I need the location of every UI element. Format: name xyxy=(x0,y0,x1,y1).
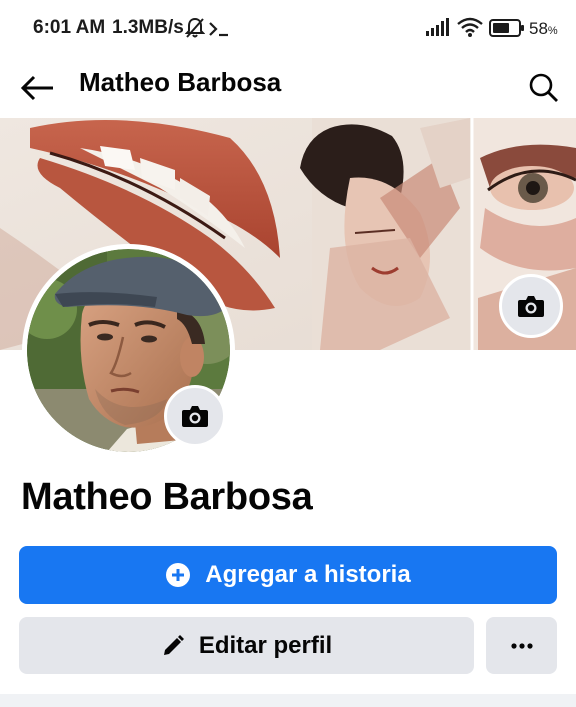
mute-notifications-icon xyxy=(184,17,206,44)
pencil-icon xyxy=(163,634,184,655)
battery-percent: 58% xyxy=(529,19,558,38)
search-button[interactable] xyxy=(522,66,566,110)
wifi-icon xyxy=(456,16,484,43)
battery-icon xyxy=(489,19,525,42)
back-button[interactable] xyxy=(16,66,60,110)
signal-icon xyxy=(426,17,450,42)
section-divider xyxy=(0,694,576,707)
camera-icon xyxy=(182,406,208,427)
search-icon xyxy=(529,73,558,102)
profile-name: Matheo Barbosa xyxy=(21,476,313,518)
add-story-label: Agregar a historia xyxy=(205,561,411,588)
terminal-icon xyxy=(208,21,230,42)
camera-icon xyxy=(518,296,544,317)
add-story-button[interactable]: Agregar a historia xyxy=(19,546,557,604)
avatar-camera-button[interactable] xyxy=(164,385,226,447)
app-header: Matheo Barbosa xyxy=(0,56,576,116)
header-title: Matheo Barbosa xyxy=(79,67,282,97)
cover-camera-button[interactable] xyxy=(499,274,563,338)
arrow-left-icon xyxy=(20,75,53,101)
more-dots-icon xyxy=(510,642,533,649)
status-time: 6:01 AM xyxy=(33,17,106,38)
more-options-button[interactable] xyxy=(486,617,557,674)
status-bar: 6:01 AM 1.3MB/s 58% xyxy=(0,0,576,56)
plus-circle-icon xyxy=(166,563,191,587)
edit-profile-button[interactable]: Editar perfil xyxy=(19,617,474,674)
edit-profile-label: Editar perfil xyxy=(198,631,333,659)
status-network-speed: 1.3MB/s xyxy=(112,17,184,38)
